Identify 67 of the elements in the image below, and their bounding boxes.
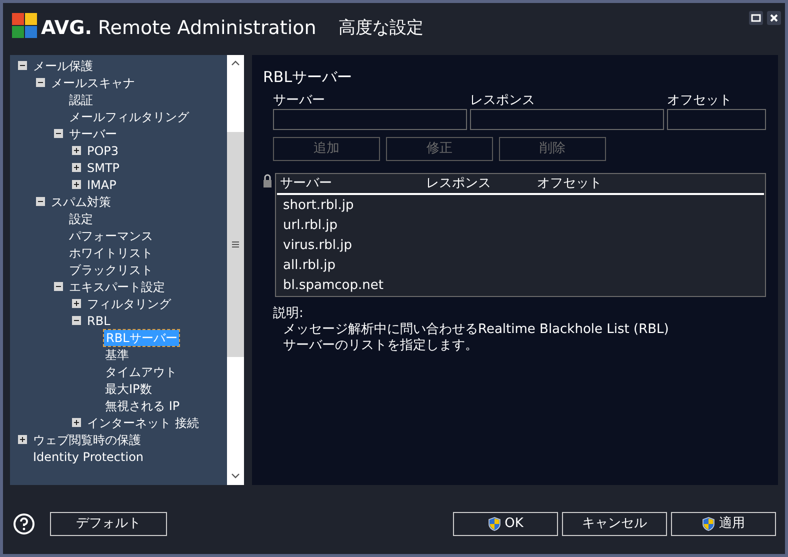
tree-item[interactable]: 最大IP数 xyxy=(104,380,153,396)
tree-item[interactable]: フィルタリング xyxy=(86,296,172,312)
description-text: メッセージ解析中に問い合わせるRealtime Blackhole List (RBL) xyxy=(282,322,669,338)
tree-item[interactable]: メール保護 xyxy=(32,58,94,74)
tree-item[interactable]: 基準 xyxy=(104,346,130,362)
field-label: オフセット xyxy=(667,93,732,109)
collapse-icon[interactable] xyxy=(54,282,63,291)
tree-item[interactable]: スパム対策 xyxy=(50,194,112,210)
grip-icon xyxy=(232,241,239,248)
tree-item[interactable]: メールフィルタリング xyxy=(68,108,190,124)
tree-item[interactable]: エキスパート設定 xyxy=(68,278,166,294)
collapse-icon[interactable] xyxy=(36,197,45,206)
panel-heading: RBLサーバー xyxy=(263,67,352,87)
expand-icon[interactable] xyxy=(72,146,81,155)
product-name: Remote Administration xyxy=(98,16,316,40)
expand-icon[interactable] xyxy=(72,418,81,427)
logo-text: AVG. xyxy=(41,16,92,40)
tree-item[interactable]: IMAP xyxy=(86,176,118,192)
description-text: サーバーのリストを指定します。 xyxy=(282,338,478,354)
description-label: 説明: xyxy=(273,306,304,322)
help-icon[interactable] xyxy=(13,512,35,534)
tree-item[interactable]: 無視される IP xyxy=(104,398,181,414)
tree-item[interactable]: ホワイトリスト xyxy=(68,244,154,260)
tree-item[interactable]: パフォーマンス xyxy=(68,228,154,244)
column-header[interactable]: サーバー xyxy=(280,176,332,191)
tree-item[interactable]: インターネット 接続 xyxy=(86,414,200,430)
table-cell-text: short.rbl.jp xyxy=(283,197,354,216)
close-icon[interactable] xyxy=(767,11,781,25)
tree-item[interactable]: サーバー xyxy=(68,126,118,142)
collapse-icon[interactable] xyxy=(72,316,81,325)
collapse-icon[interactable] xyxy=(18,61,27,70)
maximize-icon[interactable] xyxy=(749,11,763,25)
expand-icon[interactable] xyxy=(18,435,27,444)
tree-item[interactable]: Identity Protection xyxy=(32,448,145,464)
table-cell-text: bl.spamcop.net xyxy=(283,277,384,296)
tree-item[interactable]: SMTP xyxy=(86,160,121,176)
tree-item[interactable]: ウェブ閲覧時の保護 xyxy=(32,432,142,448)
default-button[interactable]: デフォルト xyxy=(50,512,167,536)
input-field[interactable] xyxy=(667,109,766,130)
table-cell-text: url.rbl.jp xyxy=(283,217,338,236)
table-cell-text: virus.rbl.jp xyxy=(283,237,352,256)
expand-icon[interactable] xyxy=(72,163,81,172)
input-field[interactable] xyxy=(273,109,467,130)
dialog-button[interactable]: OK xyxy=(453,512,558,536)
scrollbar[interactable] xyxy=(227,55,244,485)
expand-icon[interactable] xyxy=(72,299,81,308)
column-header[interactable]: レスポンス xyxy=(426,176,491,191)
tree-item[interactable]: タイムアウト xyxy=(104,364,178,380)
tree-item[interactable]: 設定 xyxy=(68,210,94,226)
collapse-icon[interactable] xyxy=(54,129,63,138)
lock-icon xyxy=(263,174,272,188)
logo-icon xyxy=(12,13,38,41)
window-title: 高度な設定 xyxy=(338,17,424,40)
table-cell-text: all.rbl.jp xyxy=(283,257,336,276)
dialog-button[interactable]: キャンセル xyxy=(562,512,667,536)
column-header[interactable]: オフセット xyxy=(537,176,602,191)
dialog-button[interactable]: 適用 xyxy=(671,512,776,536)
expand-icon[interactable] xyxy=(72,180,81,189)
tree-item[interactable]: メールスキャナ xyxy=(50,74,136,90)
field-label: サーバー xyxy=(273,93,325,109)
field-label: レスポンス xyxy=(470,93,535,109)
tree-item[interactable]: RBL xyxy=(86,312,112,328)
tree-item[interactable]: POP3 xyxy=(86,142,120,158)
tree-item[interactable]: ブラックリスト xyxy=(68,262,154,278)
collapse-icon[interactable] xyxy=(36,78,45,87)
input-field[interactable] xyxy=(470,109,664,130)
tree-item[interactable]: 認証 xyxy=(68,92,94,108)
